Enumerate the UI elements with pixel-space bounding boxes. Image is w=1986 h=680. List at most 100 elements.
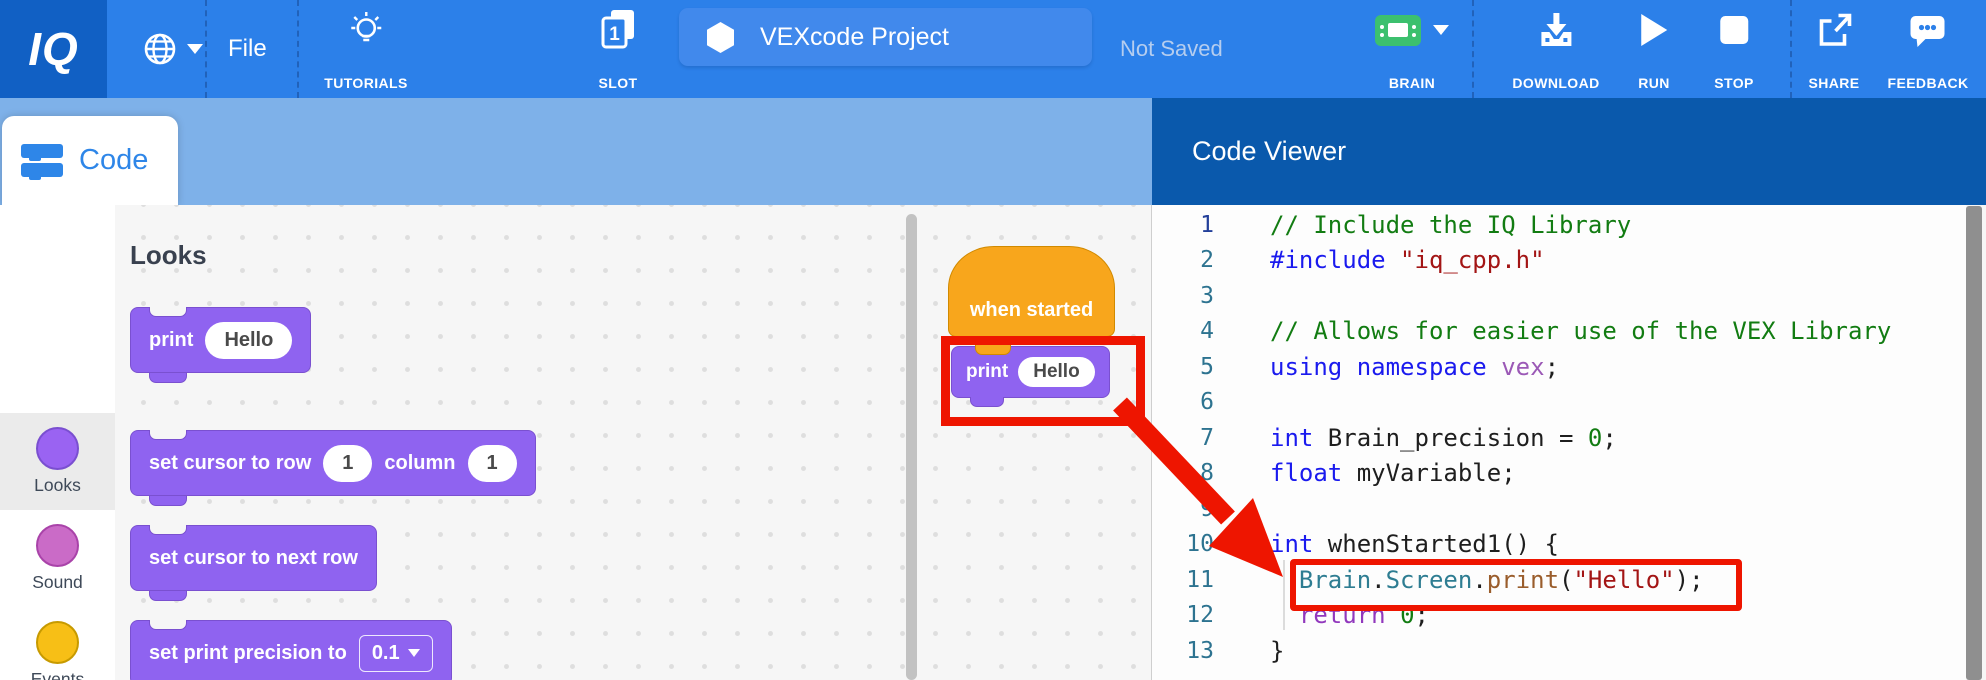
play-icon: [1639, 7, 1669, 53]
download-button[interactable]: DOWNLOAD: [1512, 7, 1599, 91]
toolbar-separator: [1790, 0, 1792, 98]
code-token: "iq_cpp.h": [1400, 246, 1545, 274]
iq-logo: IQ: [0, 0, 107, 98]
line-number: 10: [1152, 531, 1214, 557]
block-label: print: [149, 329, 193, 352]
tutorials-button[interactable]: TUTORIALS: [324, 7, 407, 91]
palette-scrollbar[interactable]: [906, 214, 917, 680]
line-number: 2: [1152, 247, 1214, 273]
brain-button[interactable]: BRAIN: [1375, 7, 1449, 91]
palette-block-set-cursor-next-row[interactable]: set cursor to next row: [130, 525, 377, 591]
block-input-oval[interactable]: 1: [468, 445, 517, 482]
code-token: myVariable;: [1342, 459, 1515, 487]
palette-block-set-print-precision[interactable]: set print precision to 0.1: [130, 620, 452, 680]
code-line-13: 13}: [1152, 633, 1966, 669]
code-token: Brain_precision =: [1313, 424, 1588, 452]
code-token: // Allows for easier use of the VEX Libr…: [1270, 317, 1891, 345]
stop-button[interactable]: STOP: [1714, 7, 1753, 91]
code-line-7: 7int Brain_precision = 0;: [1152, 420, 1966, 456]
code-line-3: 3: [1152, 278, 1966, 314]
blocks-icon: [20, 141, 66, 181]
code-line-5: 5using namespace vex;: [1152, 349, 1966, 385]
code-line-9: 9: [1152, 491, 1966, 527]
svg-text:1: 1: [609, 24, 620, 45]
slot-button[interactable]: 1 SLOT: [597, 7, 639, 91]
code-line-6: 6: [1152, 385, 1966, 421]
block-label: set print precision to: [149, 642, 347, 665]
file-menu[interactable]: File: [228, 0, 267, 98]
code-scrollbar[interactable]: [1966, 206, 1982, 680]
vexcode-app: IQ File: [0, 0, 1986, 680]
tab-code-label: Code: [79, 144, 148, 177]
line-number: 9: [1152, 496, 1214, 522]
line-number: 12: [1152, 602, 1214, 628]
block-label: column: [384, 452, 455, 475]
download-icon: [1536, 7, 1576, 53]
category-label: Looks: [0, 475, 115, 496]
code-line-2: 2 #include "iq_cpp.h": [1152, 243, 1966, 279]
toolbar-separator: [297, 0, 299, 98]
top-toolbar: IQ File: [0, 0, 1986, 98]
hexagon-icon: [707, 22, 734, 53]
category-sound[interactable]: Sound: [0, 510, 115, 607]
when-started-block[interactable]: when started: [948, 246, 1115, 337]
code-token: whenStarted1() {: [1313, 530, 1559, 558]
line-number: 4: [1152, 318, 1214, 344]
line-number: 13: [1152, 638, 1214, 664]
code-token: [1487, 353, 1501, 381]
palette-block-set-cursor-row-col[interactable]: set cursor to row 1 column 1: [130, 430, 536, 496]
category-label: Sound: [0, 572, 115, 593]
indent-guide: [1283, 560, 1285, 630]
share-button[interactable]: SHARE: [1808, 7, 1859, 91]
palette-block-print[interactable]: print Hello: [130, 307, 311, 373]
code-text: // Include the IQ Library: [1270, 211, 1631, 239]
code-token: int: [1270, 530, 1313, 558]
code-token: using: [1270, 353, 1342, 381]
chevron-down-icon: [187, 44, 203, 54]
language-button[interactable]: [142, 0, 203, 98]
project-title-button[interactable]: VEXcode Project: [679, 8, 1092, 66]
palette-heading: Looks: [130, 240, 207, 271]
category-circle-icon: [36, 621, 79, 664]
code-text: int whenStarted1() {: [1270, 530, 1559, 558]
code-line-1: 1// Include the IQ Library: [1152, 207, 1966, 243]
line-number: 3: [1152, 283, 1214, 309]
code-viewer-title: Code Viewer: [1192, 98, 1346, 205]
code-token: vex: [1501, 353, 1544, 381]
category-events[interactable]: Events: [0, 607, 115, 680]
block-input-oval[interactable]: 1: [323, 445, 372, 482]
code-token: float: [1270, 459, 1342, 487]
code-token: 0: [1588, 424, 1602, 452]
category-looks[interactable]: Looks: [0, 413, 115, 510]
code-token: // Include the IQ Library: [1270, 211, 1631, 239]
code-token: int: [1270, 424, 1313, 452]
brain-icon: [1375, 15, 1421, 46]
when-started-label: when started: [970, 299, 1093, 322]
lightbulb-icon: [347, 7, 385, 53]
block-input-oval[interactable]: Hello: [205, 322, 292, 359]
feedback-button[interactable]: FEEDBACK: [1888, 7, 1969, 91]
feedback-icon: [1907, 7, 1949, 53]
block-label: set cursor to next row: [149, 547, 358, 570]
save-status: Not Saved: [1120, 0, 1223, 98]
toolbar-separator: [1472, 0, 1474, 98]
toolbar-separator: [205, 0, 207, 98]
run-button[interactable]: RUN: [1638, 7, 1670, 91]
code-token: ;: [1602, 424, 1616, 452]
code-viewer-header: Code Viewer ?: [1152, 98, 1986, 205]
block-dropdown[interactable]: 0.1: [359, 635, 433, 672]
globe-icon: [142, 31, 178, 67]
line-number: 6: [1152, 389, 1214, 415]
chevron-down-icon: [408, 649, 420, 657]
code-text: float myVariable;: [1270, 459, 1516, 487]
annotation-box-code: [1290, 559, 1742, 611]
code-token: #include: [1270, 246, 1386, 274]
tab-code[interactable]: Code: [2, 116, 178, 205]
dropdown-value: 0.1: [372, 642, 400, 665]
block-label: set cursor to row: [149, 452, 311, 475]
code-text: // Allows for easier use of the VEX Libr…: [1270, 317, 1891, 345]
share-icon: [1814, 7, 1854, 53]
code-line-4: 4 // Allows for easier use of the VEX Lib…: [1152, 314, 1966, 350]
slot-icon: 1: [597, 7, 639, 53]
stop-icon: [1719, 7, 1749, 53]
